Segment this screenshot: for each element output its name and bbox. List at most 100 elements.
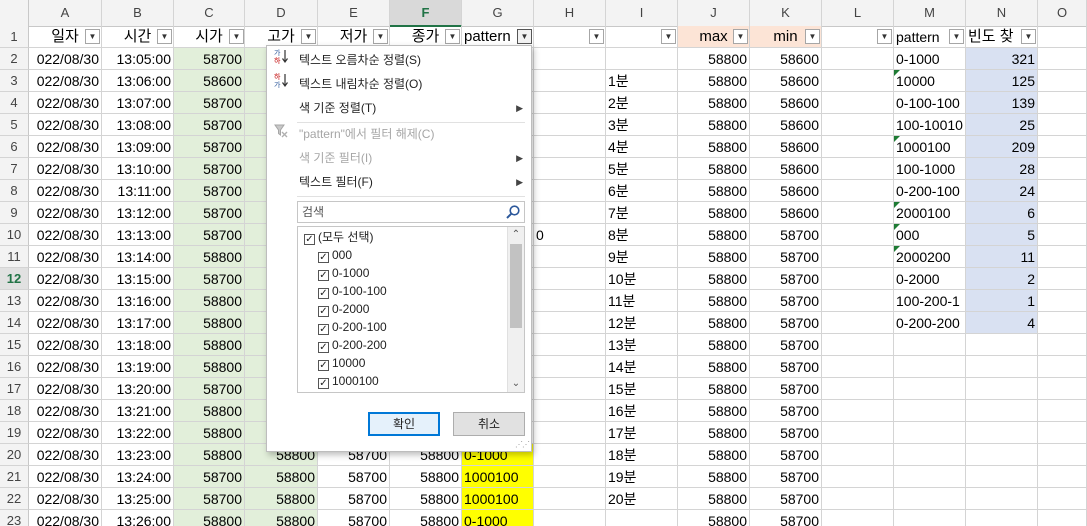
cell-i[interactable]: 13분 [606, 334, 678, 356]
row-number[interactable]: 7 [0, 158, 29, 180]
column-header-a[interactable]: A [29, 0, 102, 26]
cell-b[interactable]: 13:21:00 [102, 400, 174, 422]
row-number[interactable]: 17 [0, 378, 29, 400]
sort-ascending-menu-item[interactable]: 가하 텍스트 오름차순 정렬(S) [267, 48, 531, 72]
cell-b[interactable]: 13:26:00 [102, 510, 174, 526]
cell-n[interactable]: 25 [966, 114, 1038, 136]
filter-search-input[interactable]: 검색 [297, 201, 525, 223]
cell-l[interactable] [822, 510, 894, 526]
checkbox-checked-icon[interactable]: ✓ [318, 306, 329, 317]
scroll-down-icon[interactable]: ⌄ [508, 376, 524, 392]
cell-o[interactable] [1038, 334, 1087, 356]
cell-f[interactable]: 58800 [390, 510, 462, 526]
cell-a[interactable]: 022/08/30 [29, 48, 102, 70]
column-header-k[interactable]: K [750, 0, 822, 26]
cell-m[interactable] [894, 378, 966, 400]
row-number[interactable]: 2 [0, 48, 29, 70]
cell-o[interactable] [1038, 158, 1087, 180]
cell-k[interactable]: 58700 [750, 378, 822, 400]
cell-o[interactable] [1038, 92, 1087, 114]
cell-m[interactable] [894, 422, 966, 444]
cell-m[interactable]: 2000200 [894, 246, 966, 268]
cell-g[interactable]: 0-1000 [462, 510, 534, 526]
cell-l[interactable] [822, 378, 894, 400]
cell-j[interactable]: 58800 [678, 180, 750, 202]
cell-a[interactable]: 022/08/30 [29, 378, 102, 400]
cell-j[interactable]: 58800 [678, 334, 750, 356]
cell-f[interactable]: 58800 [390, 466, 462, 488]
column-header-m[interactable]: M [894, 0, 966, 26]
cell-o[interactable] [1038, 290, 1087, 312]
cell-c[interactable]: 58700 [174, 224, 245, 246]
cell-n[interactable] [966, 444, 1038, 466]
cell-m[interactable] [894, 444, 966, 466]
cell-i[interactable]: 14분 [606, 356, 678, 378]
row-number[interactable]: 5 [0, 114, 29, 136]
scroll-thumb[interactable] [510, 244, 522, 328]
cell-k[interactable]: 58600 [750, 70, 822, 92]
cell-i[interactable]: 18분 [606, 444, 678, 466]
row-number[interactable]: 6 [0, 136, 29, 158]
cell-k[interactable]: 58600 [750, 158, 822, 180]
column-header-i[interactable]: I [606, 0, 678, 26]
cell-l[interactable] [822, 422, 894, 444]
cell-b[interactable]: 13:05:00 [102, 48, 174, 70]
column-header-n[interactable]: N [966, 0, 1038, 26]
cell-i[interactable]: 20분 [606, 488, 678, 510]
cell-b[interactable]: 13:06:00 [102, 70, 174, 92]
cell-n[interactable]: 209 [966, 136, 1038, 158]
cell-h[interactable] [534, 136, 606, 158]
cell-b[interactable]: 13:23:00 [102, 444, 174, 466]
cell-c[interactable]: 58700 [174, 202, 245, 224]
cell-o[interactable] [1038, 202, 1087, 224]
cell-d[interactable]: 58800 [245, 488, 318, 510]
cell-n[interactable] [966, 356, 1038, 378]
cell-m[interactable]: 0-2000 [894, 268, 966, 290]
cell-l[interactable] [822, 48, 894, 70]
cell-j[interactable]: 58800 [678, 510, 750, 526]
cell-o[interactable] [1038, 180, 1087, 202]
cell-h[interactable] [534, 48, 606, 70]
cell-n[interactable]: 321 [966, 48, 1038, 70]
cell-i[interactable] [606, 48, 678, 70]
cell-k[interactable]: 58600 [750, 48, 822, 70]
filter-dropdown-button[interactable]: ▼ [661, 29, 676, 44]
filter-by-color-menu-item[interactable]: 색 기준 필터(I) ▶ [267, 146, 531, 170]
cell-j[interactable]: 58800 [678, 466, 750, 488]
cell-j[interactable]: 58800 [678, 92, 750, 114]
cell-k[interactable]: 58600 [750, 136, 822, 158]
cell-c[interactable]: 58800 [174, 510, 245, 526]
text-filter-menu-item[interactable]: 텍스트 필터(F) ▶ [267, 170, 531, 194]
cell-k[interactable]: 58700 [750, 422, 822, 444]
filter-list-item[interactable]: ✓ 0-100-100 [318, 282, 387, 300]
cell-m[interactable]: 1000100 [894, 136, 966, 158]
cell-o[interactable] [1038, 268, 1087, 290]
cell-m[interactable] [894, 400, 966, 422]
cell-h[interactable] [534, 246, 606, 268]
checkbox-checked-icon[interactable]: ✓ [304, 234, 315, 245]
cell-b[interactable]: 13:18:00 [102, 334, 174, 356]
filter-list-item[interactable]: ✓ 0-2000 [318, 300, 369, 318]
cell-e[interactable]: 58700 [318, 510, 390, 526]
filter-list-item[interactable]: ✓ (모두 선택) [304, 228, 374, 246]
cell-h[interactable] [534, 268, 606, 290]
cell-o[interactable] [1038, 70, 1087, 92]
cell-l[interactable] [822, 290, 894, 312]
cell-o[interactable] [1038, 488, 1087, 510]
cell-m[interactable]: 100-200-1 [894, 290, 966, 312]
cell-m[interactable] [894, 356, 966, 378]
cell-f[interactable]: 58800 [390, 488, 462, 510]
cell-a[interactable]: 022/08/30 [29, 312, 102, 334]
cell-i[interactable]: 19분 [606, 466, 678, 488]
row-number[interactable]: 14 [0, 312, 29, 334]
cell-m[interactable] [894, 488, 966, 510]
column-header-g[interactable]: G [462, 0, 534, 26]
row-number[interactable]: 4 [0, 92, 29, 114]
cell-j[interactable]: 58800 [678, 224, 750, 246]
cell-l[interactable] [822, 488, 894, 510]
cell-l[interactable] [822, 356, 894, 378]
cell-a[interactable]: 022/08/30 [29, 180, 102, 202]
cell-c[interactable]: 58800 [174, 312, 245, 334]
cell-b[interactable]: 13:20:00 [102, 378, 174, 400]
cell-l[interactable] [822, 268, 894, 290]
